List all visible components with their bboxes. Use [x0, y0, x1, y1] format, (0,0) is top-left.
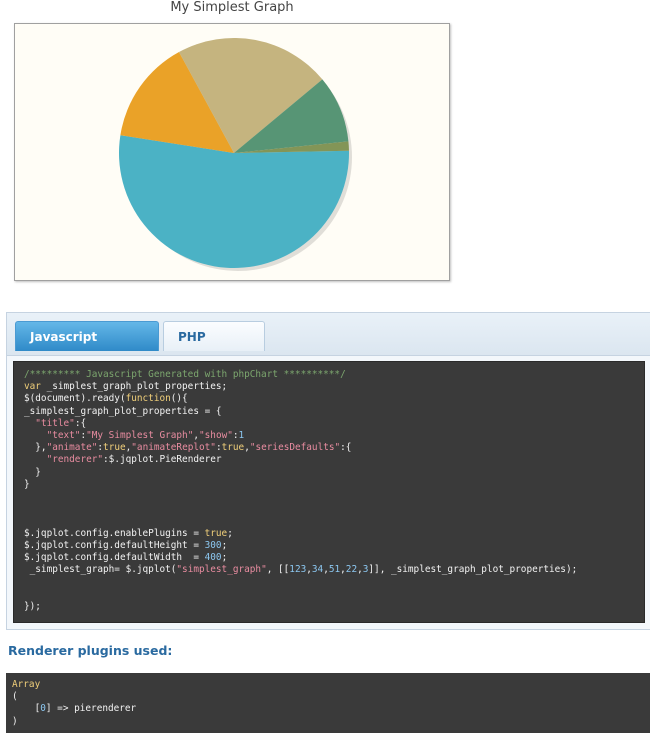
tab-javascript-source[interactable]: Javascript Source — [15, 321, 159, 374]
pie-chart — [14, 23, 450, 281]
code-text: /********* Javascript Generated with php… — [24, 369, 578, 612]
source-tabs-panel: Javascript Source PHP Source /********* … — [6, 312, 650, 630]
pie-slice-0 — [118, 135, 349, 269]
plugins-array-text: Array ( [0] => pierenderer ) — [12, 679, 137, 727]
javascript-source-code: /********* Javascript Generated with php… — [13, 361, 645, 623]
plugins-heading: Renderer plugins used: — [8, 643, 173, 658]
chart-title: My Simplest Graph — [170, 0, 294, 15]
pie-chart-svg — [118, 38, 352, 271]
plugins-array-output: Array ( [0] => pierenderer ) — [6, 673, 650, 733]
tab-php-source[interactable]: PHP Source — [163, 321, 265, 374]
tab-strip: Javascript Source PHP Source — [7, 313, 650, 374]
